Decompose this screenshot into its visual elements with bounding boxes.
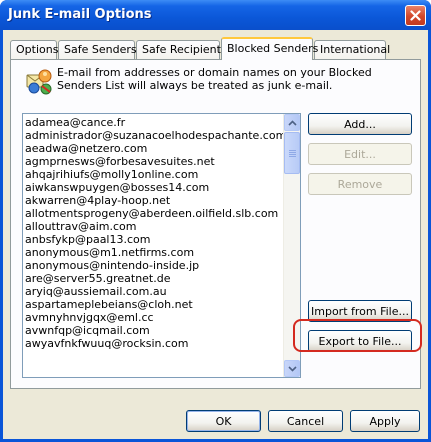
close-button[interactable] [405, 5, 426, 26]
list-items: adamea@cance.fr administrador@suzanacoelh… [23, 114, 283, 377]
apply-button[interactable]: Apply [350, 410, 420, 432]
info-text: E-mail from addresses or domain names on… [57, 66, 372, 92]
list-item[interactable]: avmnyhnvjgqx@eml.cc [25, 311, 283, 324]
list-item[interactable]: ahqajrihiufs@molly1online.com [25, 168, 283, 181]
chevron-down-icon [287, 365, 297, 372]
window-title: Junk E-mail Options [8, 7, 152, 22]
add-button[interactable]: Add... [308, 113, 412, 135]
list-item[interactable]: adamea@cance.fr [25, 116, 283, 129]
title-bar[interactable]: Junk E-mail Options [0, 0, 431, 30]
tab-options[interactable]: Options [10, 40, 58, 59]
list-item[interactable]: akwarren@4play-hoop.net [25, 194, 283, 207]
scroll-down-button[interactable] [284, 360, 300, 377]
blocked-senders-icon [26, 69, 52, 95]
dialog-window: Junk E-mail Options Options Safe Senders… [0, 0, 431, 442]
list-item[interactable]: aeadwa@netzero.com [25, 142, 283, 155]
list-item[interactable]: agmprnesws@forbesavesuites.net [25, 155, 283, 168]
dialog-body: Options Safe Senders Safe Recipients Blo… [3, 30, 428, 439]
list-item[interactable]: allotmentsprogeny@aberdeen.oilfield.slb.… [25, 207, 283, 220]
scroll-thumb[interactable] [284, 132, 300, 174]
list-item[interactable]: anonymous@nintendo-inside.jp [25, 259, 283, 272]
tab-safe-recipients[interactable]: Safe Recipients [136, 40, 227, 59]
cancel-button[interactable]: Cancel [268, 410, 343, 432]
list-item[interactable]: anonymous@m1.netfirms.com [25, 246, 283, 259]
export-highlight-annotation [293, 319, 422, 352]
list-item[interactable]: aryiq@aussiemail.com.au [25, 285, 283, 298]
tab-international[interactable]: International [314, 40, 390, 59]
list-item[interactable]: administrador@suzanacoelhodespachante.co… [25, 129, 283, 142]
remove-button[interactable]: Remove [308, 173, 412, 195]
tab-blocked-senders[interactable]: Blocked Senders [221, 37, 318, 60]
list-item[interactable]: allouttrav@aim.com [25, 220, 283, 233]
list-item[interactable]: aiwkanswpuygen@bosses14.com [25, 181, 283, 194]
chevron-up-icon [287, 119, 297, 126]
scroll-up-button[interactable] [284, 114, 300, 131]
list-item[interactable]: are@server55.greatnet.de [25, 272, 283, 285]
blocked-senders-list[interactable]: adamea@cance.fr administrador@suzanacoelh… [22, 113, 301, 378]
list-item[interactable]: avwnfqp@icqmail.com [25, 324, 283, 337]
ok-button[interactable]: OK [186, 410, 261, 432]
edit-button[interactable]: Edit... [308, 143, 412, 165]
list-item[interactable]: awyavfnkfwuuq@rocksin.com [25, 337, 283, 350]
close-icon [410, 10, 421, 21]
list-item[interactable]: anbsfykp@paal13.com [25, 233, 283, 246]
list-item[interactable]: aspartameplebeians@cloh.net [25, 298, 283, 311]
tab-strip: Options Safe Senders Safe Recipients Blo… [10, 37, 410, 60]
tab-safe-senders[interactable]: Safe Senders [58, 40, 137, 59]
